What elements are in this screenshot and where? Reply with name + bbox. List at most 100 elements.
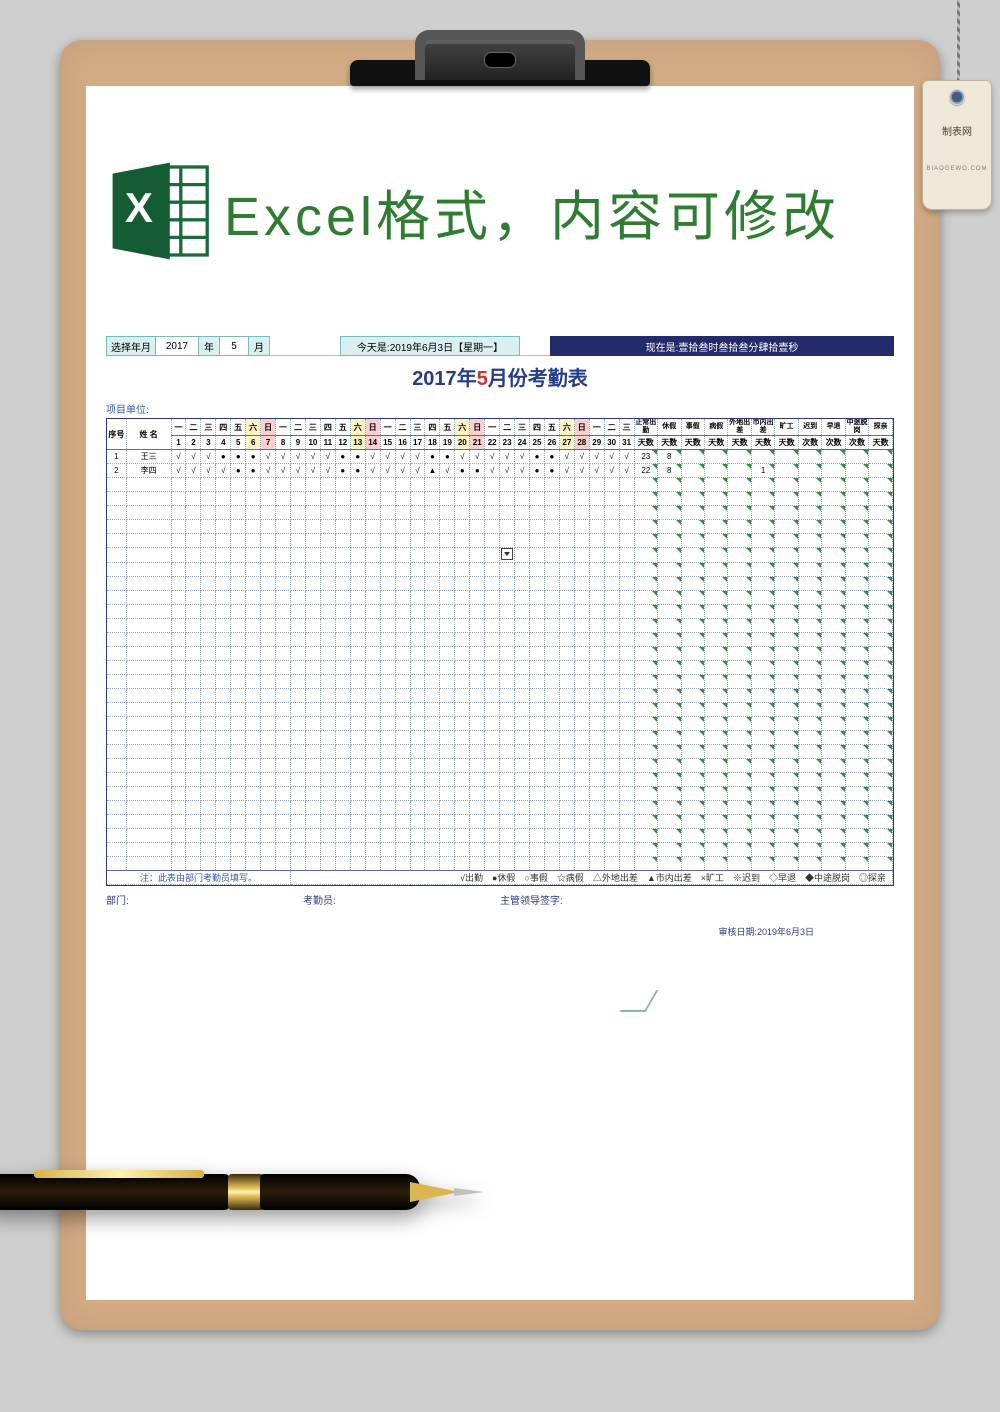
mark-cell[interactable] [380,843,395,857]
mark-cell[interactable] [589,801,604,815]
mark-cell[interactable] [515,773,530,787]
mark-cell[interactable] [395,731,410,745]
stat-cell[interactable] [728,647,751,661]
stat-cell[interactable] [798,829,821,843]
mark-cell[interactable] [455,689,470,703]
mark-cell[interactable] [171,520,186,534]
stat-cell[interactable] [798,633,821,647]
stat-cell[interactable] [751,492,774,506]
mark-cell[interactable] [201,548,216,563]
stat-cell[interactable] [775,801,798,815]
stat-cell[interactable] [822,548,845,563]
mark-cell[interactable] [335,843,350,857]
stat-cell[interactable] [775,619,798,633]
mark-cell[interactable] [559,478,574,492]
mark-cell[interactable] [559,492,574,506]
mark-cell[interactable] [246,478,261,492]
mark-cell[interactable] [291,717,306,731]
mark-cell[interactable] [425,492,440,506]
stat-cell[interactable] [681,520,704,534]
mark-cell[interactable] [619,520,634,534]
mark-cell[interactable] [261,563,276,577]
mark-cell[interactable] [470,520,485,534]
mark-cell[interactable] [515,563,530,577]
mark-cell[interactable] [530,520,545,534]
mark-cell[interactable] [320,829,335,843]
mark-cell[interactable] [320,745,335,759]
stat-cell[interactable] [775,787,798,801]
stat-cell[interactable] [869,829,893,843]
stat-cell[interactable] [845,464,868,478]
stat-cell[interactable] [798,773,821,787]
mark-cell[interactable] [500,534,515,548]
stat-cell[interactable] [728,506,751,520]
mark-cell[interactable] [291,759,306,773]
mark-cell[interactable] [455,717,470,731]
stat-cell[interactable] [869,801,893,815]
stat-cell[interactable] [869,548,893,563]
mark-cell[interactable] [440,829,455,843]
stat-cell[interactable] [869,661,893,675]
mark-cell[interactable] [395,717,410,731]
mark-cell[interactable] [186,759,201,773]
stat-cell[interactable] [681,450,704,464]
mark-cell[interactable] [261,717,276,731]
mark-cell[interactable] [261,843,276,857]
mark-cell[interactable] [171,647,186,661]
mark-cell[interactable] [350,577,365,591]
mark-cell[interactable] [201,689,216,703]
mark-cell[interactable] [171,731,186,745]
mark-cell[interactable] [544,548,559,563]
mark-cell[interactable]: √ [604,450,619,464]
mark-cell[interactable] [186,829,201,843]
mark-cell[interactable]: √ [365,450,380,464]
stat-cell[interactable] [704,675,727,689]
mark-cell[interactable]: √ [276,450,291,464]
stat-cell[interactable] [845,801,868,815]
mark-cell[interactable] [589,745,604,759]
mark-cell[interactable] [335,520,350,534]
mark-cell[interactable] [410,534,425,548]
mark-cell[interactable] [231,506,246,520]
mark-cell[interactable] [261,520,276,534]
mark-cell[interactable] [604,633,619,647]
mark-cell[interactable] [425,773,440,787]
mark-cell[interactable] [350,787,365,801]
stat-cell[interactable] [869,605,893,619]
mark-cell[interactable] [305,548,320,563]
stat-cell[interactable] [728,450,751,464]
stat-cell[interactable] [845,605,868,619]
mark-cell[interactable] [350,605,365,619]
stat-cell[interactable] [845,520,868,534]
mark-cell[interactable] [246,520,261,534]
mark-cell[interactable] [320,534,335,548]
mark-cell[interactable] [410,619,425,633]
mark-cell[interactable] [485,787,500,801]
stat-cell[interactable] [634,759,657,773]
stat-cell[interactable] [822,843,845,857]
mark-cell[interactable] [350,520,365,534]
mark-cell[interactable] [201,577,216,591]
mark-cell[interactable] [589,815,604,829]
stat-cell[interactable] [704,773,727,787]
mark-cell[interactable] [395,689,410,703]
mark-cell[interactable] [261,534,276,548]
mark-cell[interactable] [455,843,470,857]
mark-cell[interactable] [171,857,186,871]
mark-cell[interactable] [515,843,530,857]
stat-cell[interactable] [658,759,681,773]
mark-cell[interactable] [425,647,440,661]
mark-cell[interactable] [231,787,246,801]
mark-cell[interactable] [186,492,201,506]
stat-cell[interactable] [728,520,751,534]
mark-cell[interactable] [410,703,425,717]
stat-cell[interactable] [775,745,798,759]
mark-cell[interactable] [246,815,261,829]
stat-cell[interactable] [775,464,798,478]
stat-cell[interactable] [845,534,868,548]
mark-cell[interactable] [604,815,619,829]
mark-cell[interactable] [365,619,380,633]
stat-cell[interactable] [869,731,893,745]
mark-cell[interactable] [455,492,470,506]
mark-cell[interactable] [485,506,500,520]
